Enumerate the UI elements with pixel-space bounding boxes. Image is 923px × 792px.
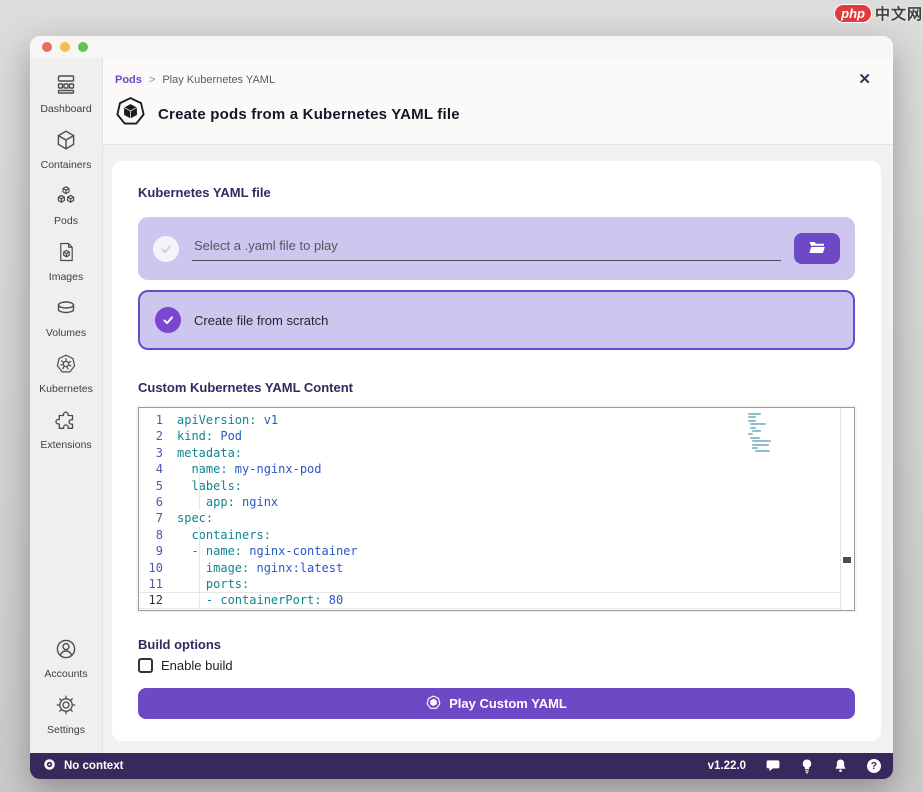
- sidebar-item-label: Extensions: [40, 439, 91, 451]
- main-panel: Pods > Play Kubernetes YAML ✕: [103, 58, 893, 753]
- editor-line[interactable]: 6 app: nginx: [139, 494, 854, 510]
- editor-line[interactable]: 8 containers:: [139, 527, 854, 543]
- editor-line[interactable]: 1apiVersion: v1: [139, 412, 854, 428]
- breadcrumb-current: Play Kubernetes YAML: [162, 74, 275, 86]
- editor-lines: 1apiVersion: v12kind: Pod3metadata:4 nam…: [139, 408, 854, 609]
- page-header: Pods > Play Kubernetes YAML ✕: [103, 58, 893, 144]
- sidebar-item-label: Dashboard: [40, 103, 91, 115]
- close-page-icon[interactable]: ✕: [854, 72, 875, 87]
- sidebar-item-label: Images: [49, 271, 83, 283]
- notifications-bell-icon[interactable]: [833, 758, 848, 774]
- app-window: Dashboard Containers: [30, 36, 893, 779]
- play-button-label: Play Custom YAML: [449, 696, 567, 711]
- scratch-option-label: Create file from scratch: [194, 313, 328, 328]
- sidebar-item-containers[interactable]: Containers: [30, 122, 102, 178]
- editor-line[interactable]: 4 name: my-nginx-pod: [139, 461, 854, 477]
- enable-build-label: Enable build: [161, 658, 233, 673]
- sidebar-item-volumes[interactable]: Volumes: [30, 290, 102, 346]
- play-kube-icon: [115, 96, 146, 132]
- watermark-text: 中文网: [875, 3, 923, 24]
- editor-line[interactable]: 5 labels:: [139, 478, 854, 494]
- status-bar: No context v1.22.0: [30, 753, 893, 779]
- yaml-file-section-label: Kubernetes YAML file: [138, 185, 855, 200]
- enable-build-checkbox[interactable]: [138, 658, 153, 673]
- container-cube-icon: [54, 128, 78, 157]
- editor-scrollbar-thumb[interactable]: [843, 557, 851, 563]
- sidebar: Dashboard Containers: [30, 58, 103, 753]
- volume-cylinder-icon: [54, 296, 78, 325]
- feedback-chat-icon[interactable]: [765, 758, 781, 774]
- context-icon: [42, 757, 57, 775]
- sidebar-item-accounts[interactable]: Accounts: [30, 631, 102, 687]
- enable-build-option[interactable]: Enable build: [138, 658, 855, 673]
- sidebar-item-label: Settings: [47, 724, 85, 736]
- sidebar-item-extensions[interactable]: Extensions: [30, 402, 102, 458]
- lightbulb-icon[interactable]: [800, 758, 814, 775]
- yaml-file-select-panel: [138, 217, 855, 280]
- editor-line[interactable]: 12 - containerPort: 80: [139, 592, 854, 608]
- pods-cubes-icon: [54, 184, 78, 213]
- sidebar-item-label: Volumes: [46, 327, 86, 339]
- sidebar-item-label: Accounts: [44, 668, 87, 680]
- account-person-icon: [54, 637, 78, 666]
- kubernetes-wheel-icon: [54, 352, 78, 381]
- play-kube-button-icon: [426, 695, 441, 713]
- breadcrumb-separator: >: [149, 74, 155, 86]
- sidebar-item-label: Containers: [41, 159, 92, 171]
- editor-line[interactable]: 10 image: nginx:latest: [139, 560, 854, 576]
- editor-line[interactable]: 11 ports:: [139, 576, 854, 592]
- editor-line[interactable]: 2kind: Pod: [139, 428, 854, 444]
- screen: php 中文网: [0, 0, 923, 792]
- puzzle-icon: [54, 408, 78, 437]
- maximize-window-button[interactable]: [78, 42, 88, 52]
- sidebar-item-label: Pods: [54, 215, 78, 227]
- breadcrumb: Pods > Play Kubernetes YAML ✕: [115, 72, 875, 87]
- close-window-button[interactable]: [42, 42, 52, 52]
- editor-section-label: Custom Kubernetes YAML Content: [138, 380, 855, 395]
- watermark: php 中文网: [834, 3, 923, 24]
- context-label: No context: [64, 760, 123, 772]
- minimize-window-button[interactable]: [60, 42, 70, 52]
- yaml-file-input[interactable]: [192, 236, 781, 261]
- php-logo: php: [834, 4, 872, 23]
- sidebar-item-pods[interactable]: Pods: [30, 178, 102, 234]
- page-content: Kubernetes YAML file: [103, 144, 893, 753]
- help-glyph: ?: [867, 759, 881, 773]
- sidebar-item-settings[interactable]: Settings: [30, 687, 102, 743]
- editor-line[interactable]: 9 - name: nginx-container: [139, 543, 854, 559]
- browse-file-button[interactable]: [794, 233, 840, 264]
- play-custom-yaml-button[interactable]: Play Custom YAML: [138, 688, 855, 719]
- help-icon[interactable]: ?: [867, 759, 881, 773]
- form-card: Kubernetes YAML file: [112, 161, 881, 741]
- yaml-editor[interactable]: 1apiVersion: v12kind: Pod3metadata:4 nam…: [138, 407, 855, 611]
- page-title: Create pods from a Kubernetes YAML file: [158, 106, 460, 123]
- sidebar-item-dashboard[interactable]: Dashboard: [30, 66, 102, 122]
- editor-line[interactable]: 7spec:: [139, 510, 854, 526]
- sidebar-item-label: Kubernetes: [39, 383, 93, 395]
- editor-minimap[interactable]: [748, 413, 788, 454]
- gear-icon: [54, 693, 78, 722]
- dashboard-icon: [54, 72, 78, 101]
- build-options-label: Build options: [138, 637, 855, 652]
- sidebar-item-images[interactable]: Images: [30, 234, 102, 290]
- file-option-check-icon[interactable]: [153, 236, 179, 262]
- folder-icon: [808, 240, 826, 258]
- breadcrumb-pods-link[interactable]: Pods: [115, 74, 142, 86]
- titlebar: [30, 36, 893, 58]
- editor-line[interactable]: 3metadata:: [139, 445, 854, 461]
- image-file-icon: [54, 240, 78, 269]
- scratch-option-check-icon: [155, 307, 181, 333]
- sidebar-item-kubernetes[interactable]: Kubernetes: [30, 346, 102, 402]
- editor-scrollbar[interactable]: [840, 408, 854, 610]
- version-label: v1.22.0: [708, 760, 746, 772]
- create-from-scratch-option[interactable]: Create file from scratch: [138, 290, 855, 350]
- kube-context-status[interactable]: No context: [42, 757, 123, 775]
